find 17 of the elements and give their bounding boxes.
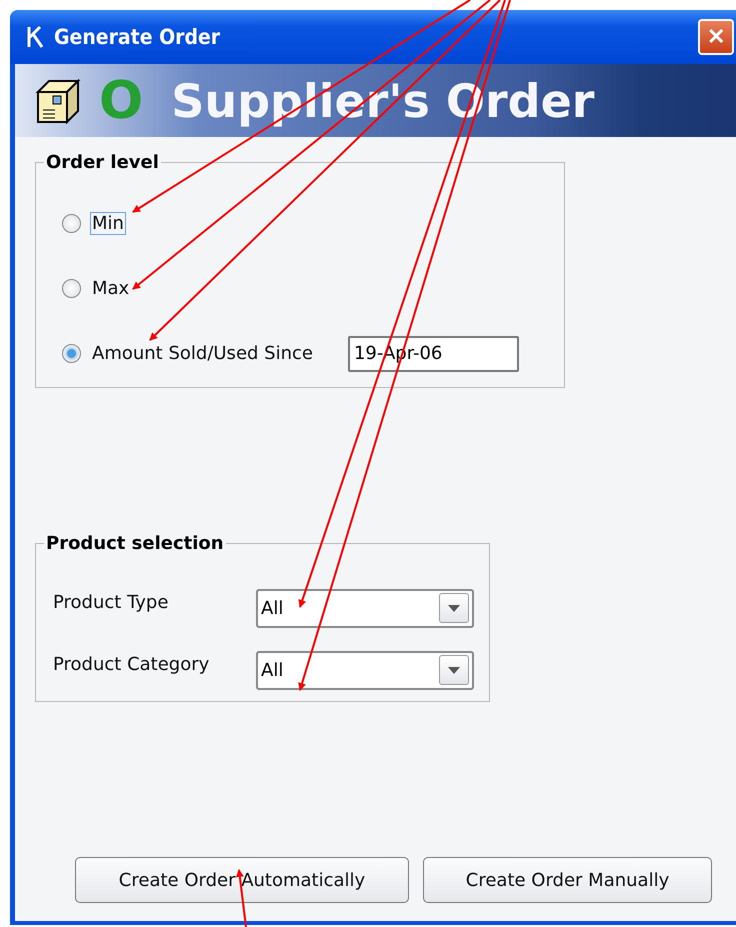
window-title: Generate Order bbox=[54, 25, 220, 49]
action-button[interactable]: Create Order Manually bbox=[423, 857, 712, 903]
radio-button[interactable] bbox=[62, 214, 81, 233]
radio-label: Amount Sold/Used Since bbox=[91, 342, 314, 365]
box-icon bbox=[35, 78, 81, 124]
radio-button[interactable] bbox=[62, 344, 81, 363]
field-label: Product Category bbox=[53, 654, 210, 675]
radio-label: Min bbox=[90, 212, 126, 235]
radio-button[interactable] bbox=[62, 279, 81, 298]
app-icon bbox=[26, 25, 46, 49]
dropdown[interactable]: All bbox=[256, 650, 474, 690]
field-label: Product Type bbox=[53, 592, 170, 613]
action-button[interactable]: Create Order Automatically bbox=[75, 857, 409, 903]
dropdown[interactable]: All bbox=[256, 588, 474, 628]
close-button[interactable]: ✕ bbox=[698, 19, 734, 55]
radio-label: Max bbox=[91, 277, 130, 300]
banner-letter: O bbox=[99, 70, 144, 130]
